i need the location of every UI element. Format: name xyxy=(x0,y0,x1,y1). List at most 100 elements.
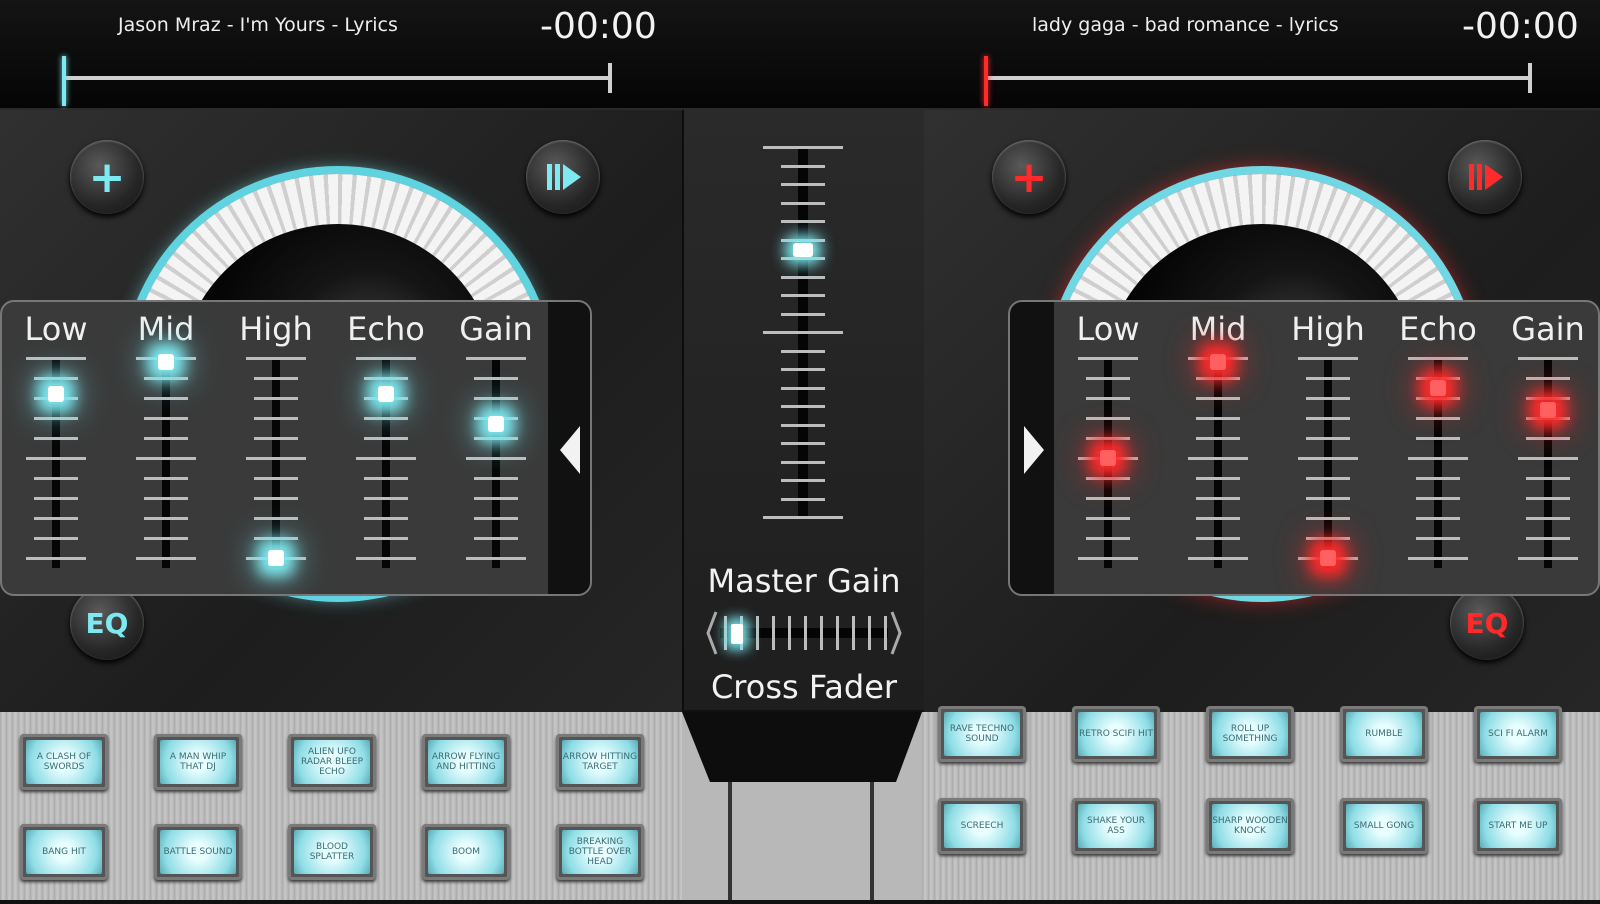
deck-b-eq-button[interactable]: EQ xyxy=(1450,586,1524,660)
plus-icon: + xyxy=(88,151,126,203)
eq-slider-knob[interactable] xyxy=(1100,450,1116,466)
sound-pad[interactable]: RUMBLE xyxy=(1340,706,1428,762)
eq-slider-echo[interactable] xyxy=(351,357,421,568)
eq-label-high: High xyxy=(1291,310,1365,348)
sound-pad-label: SCI FI ALARM xyxy=(1480,712,1556,756)
eq-label-low: Low xyxy=(1076,310,1140,348)
sound-pad[interactable]: BOOM xyxy=(422,824,510,880)
deck-a-time: -00:00 xyxy=(540,6,657,47)
deck-b-sound-pads: RAVE TECHNO SOUND RETRO SCIFI HIT ROLL UP … xyxy=(922,706,1600,900)
sound-pad[interactable]: BATTLE SOUND xyxy=(154,824,242,880)
sound-pad-label: A CLASH OF SWORDS xyxy=(26,740,102,784)
master-gain-label: Master Gain xyxy=(707,562,901,600)
eq-slider-knob[interactable] xyxy=(1210,354,1226,370)
sound-pad[interactable]: SCI FI ALARM xyxy=(1474,706,1562,762)
top-bar: Jason Mraz - I'm Yours - Lyrics -00:00 l… xyxy=(0,0,1600,110)
deck-a-progress-bar[interactable] xyxy=(64,63,612,93)
deck-b-time: -00:00 xyxy=(1462,6,1579,47)
deck-b: + EQ Low Mid High Echo Gain xyxy=(924,110,1600,712)
deck-a-eq-panel: Low Mid High Echo Gain xyxy=(0,300,592,596)
sound-pad-label: BANG HIT xyxy=(26,830,102,874)
eq-slider-knob[interactable] xyxy=(48,386,64,402)
sound-pad-label: BOOM xyxy=(428,830,504,874)
eq-slider-high[interactable] xyxy=(241,357,311,568)
deck-a-play-pause-button[interactable] xyxy=(526,140,600,214)
mixer-base xyxy=(682,712,922,900)
expand-arrow-icon xyxy=(1024,426,1044,474)
sound-pad[interactable]: ARROW FLYING AND HITTING xyxy=(422,734,510,790)
sound-pad[interactable]: SMALL GONG xyxy=(1340,798,1428,854)
cross-fader-label: Cross Fader xyxy=(710,668,898,706)
sound-pad[interactable]: SHAKE YOUR ASS xyxy=(1072,798,1160,854)
eq-slider-high[interactable] xyxy=(1293,357,1363,568)
sound-pad-label: RAVE TECHNO SOUND xyxy=(944,712,1020,756)
deck-a: + EQ Low Mid High Echo Gain xyxy=(0,110,682,712)
eq-slider-gain[interactable] xyxy=(461,357,531,568)
eq-slider-echo[interactable] xyxy=(1403,357,1473,568)
eq-slider-knob[interactable] xyxy=(1430,380,1446,396)
deck-a-playhead[interactable] xyxy=(62,56,66,106)
eq-slider-knob[interactable] xyxy=(158,354,174,370)
sound-pad-label: START ME UP xyxy=(1480,804,1556,848)
deck-b-progress-bar[interactable] xyxy=(986,63,1532,93)
eq-slider-knob[interactable] xyxy=(268,550,284,566)
sound-pad[interactable]: A CLASH OF SWORDS xyxy=(20,734,108,790)
eq-label-echo: Echo xyxy=(347,310,425,348)
deck-a-sound-pads: A CLASH OF SWORDS A MAN WHIP THAT DJ ALIEN… xyxy=(0,712,682,900)
sound-pad[interactable]: BLOOD SPLATTER xyxy=(288,824,376,880)
deck-b-playhead[interactable] xyxy=(984,56,988,106)
sound-pad-label: ARROW HITTING TARGET xyxy=(562,740,638,784)
eq-slider-knob[interactable] xyxy=(488,416,504,432)
cross-fader-slider[interactable] xyxy=(706,608,902,658)
eq-slider-knob[interactable] xyxy=(378,386,394,402)
sound-pad[interactable]: ALIEN UFO RADAR BLEEP ECHO xyxy=(288,734,376,790)
cross-fader-knob[interactable] xyxy=(730,624,743,644)
deck-b-eq-panel: Low Mid High Echo Gain xyxy=(1008,300,1600,596)
sound-pad-label: A MAN WHIP THAT DJ xyxy=(160,740,236,784)
deck-b-add-button[interactable]: + xyxy=(992,140,1066,214)
sound-pad-label: BATTLE SOUND xyxy=(160,830,236,874)
sound-pad[interactable]: BANG HIT xyxy=(20,824,108,880)
deck-a-eq-button[interactable]: EQ xyxy=(70,586,144,660)
sound-pad-label: SMALL GONG xyxy=(1346,804,1422,848)
play-pause-icon xyxy=(1469,164,1503,190)
eq-label-mid: Mid xyxy=(137,310,195,348)
sound-pad[interactable]: SHARP WOODEN KNOCK xyxy=(1206,798,1294,854)
sound-pad[interactable]: ROLL UP SOMETHING xyxy=(1206,706,1294,762)
eq-label-echo: Echo xyxy=(1399,310,1477,348)
sound-pad[interactable]: RETRO SCIFI HIT xyxy=(1072,706,1160,762)
master-gain-knob[interactable] xyxy=(793,242,813,257)
sound-pad[interactable]: ARROW HITTING TARGET xyxy=(556,734,644,790)
sound-pad-label: SHAKE YOUR ASS xyxy=(1078,804,1154,848)
sound-pad[interactable]: START ME UP xyxy=(1474,798,1562,854)
eq-label-gain: Gain xyxy=(1511,310,1585,348)
plus-icon: + xyxy=(1010,151,1048,203)
eq-slider-knob[interactable] xyxy=(1320,550,1336,566)
eq-slider-mid[interactable] xyxy=(131,354,201,568)
sound-pad-label: ROLL UP SOMETHING xyxy=(1212,712,1288,756)
deck-b-track-title: lady gaga - bad romance - lyrics xyxy=(1032,14,1339,36)
eq-slider-mid[interactable] xyxy=(1183,354,1253,568)
master-gain-slider[interactable] xyxy=(742,146,862,536)
collapse-arrow-icon xyxy=(560,426,580,474)
sound-pad[interactable]: SCREECH xyxy=(938,798,1026,854)
sound-pad[interactable]: A MAN WHIP THAT DJ xyxy=(154,734,242,790)
deck-b-eq-collapse[interactable] xyxy=(1010,302,1054,594)
play-pause-icon xyxy=(547,164,581,190)
deck-a-add-button[interactable]: + xyxy=(70,140,144,214)
sound-pad[interactable]: BREAKING BOTTLE OVER HEAD xyxy=(556,824,644,880)
sound-pad[interactable]: RAVE TECHNO SOUND xyxy=(938,706,1026,762)
eq-slider-low[interactable] xyxy=(21,357,91,568)
sound-pad-label: RETRO SCIFI HIT xyxy=(1078,712,1154,756)
deck-a-track-title: Jason Mraz - I'm Yours - Lyrics xyxy=(118,14,398,36)
eq-slider-low[interactable] xyxy=(1073,357,1143,568)
deck-b-play-pause-button[interactable] xyxy=(1448,140,1522,214)
eq-button-label: EQ xyxy=(1465,606,1509,640)
sound-pad-label: SHARP WOODEN KNOCK xyxy=(1212,804,1288,848)
sound-pad-label: SCREECH xyxy=(944,804,1020,848)
eq-slider-knob[interactable] xyxy=(1540,402,1556,418)
deck-a-eq-collapse[interactable] xyxy=(548,302,590,594)
sound-pad-label: RUMBLE xyxy=(1346,712,1422,756)
eq-slider-gain[interactable] xyxy=(1513,357,1583,568)
sound-pad-label: ALIEN UFO RADAR BLEEP ECHO xyxy=(294,740,370,784)
